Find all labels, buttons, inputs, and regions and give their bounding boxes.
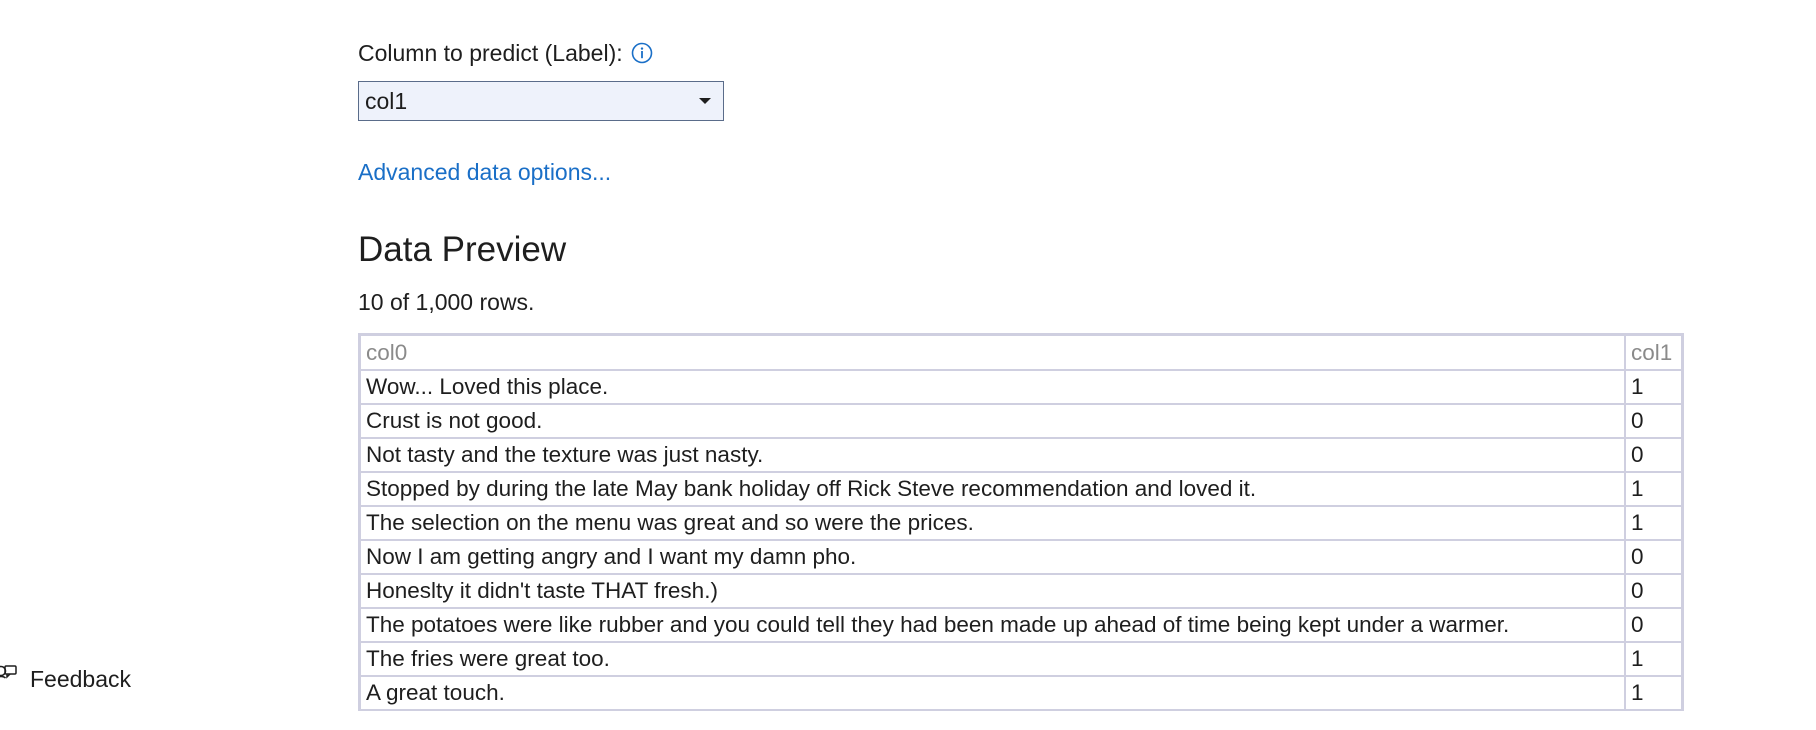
table-cell-label: 1	[1624, 369, 1681, 405]
table-cell-text: Now I am getting angry and I want my dam…	[361, 539, 1626, 575]
table-cell-text: The selection on the menu was great and …	[361, 505, 1626, 541]
table-cell-text: The fries were great too.	[361, 641, 1626, 677]
table-row: Honeslty it didn't taste THAT fresh.) 0	[361, 573, 1681, 609]
table-header-row: col0 col1	[361, 336, 1681, 371]
info-icon[interactable]	[631, 42, 653, 64]
table-row: The fries were great too. 1	[361, 641, 1681, 677]
column-header-col0: col0	[361, 336, 1626, 371]
table-cell-label: 0	[1624, 539, 1681, 575]
table-row: Not tasty and the texture was just nasty…	[361, 437, 1681, 473]
label-column-dropdown[interactable]: col1	[358, 81, 724, 121]
table-cell-label: 1	[1624, 505, 1681, 541]
model-builder-data-page: Column to predict (Label): col1 Advanced…	[0, 0, 1816, 730]
data-preview-title: Data Preview	[358, 230, 567, 269]
table-cell-text: Not tasty and the texture was just nasty…	[361, 437, 1626, 473]
table-cell-label: 0	[1624, 573, 1681, 609]
advanced-data-options-link[interactable]: Advanced data options...	[358, 159, 611, 186]
table-row: Stopped by during the late May bank holi…	[361, 471, 1681, 507]
table-cell-text: Wow... Loved this place.	[361, 369, 1626, 405]
table-cell-text: Stopped by during the late May bank holi…	[361, 471, 1626, 507]
table-row: Crust is not good. 0	[361, 403, 1681, 439]
table-cell-label: 0	[1624, 403, 1681, 439]
table-row: A great touch. 1	[361, 675, 1681, 711]
column-header-col1: col1	[1624, 336, 1681, 371]
label-column-row: Column to predict (Label):	[358, 40, 653, 67]
table-cell-text: Honeslty it didn't taste THAT fresh.)	[361, 573, 1626, 609]
table-cell-label: 1	[1624, 675, 1681, 711]
feedback-person-icon	[0, 663, 18, 695]
table-row: Wow... Loved this place. 1	[361, 369, 1681, 405]
table-cell-text: A great touch.	[361, 675, 1626, 711]
chevron-down-icon	[699, 98, 711, 104]
table-row: The selection on the menu was great and …	[361, 505, 1681, 541]
label-column-caption: Column to predict (Label):	[358, 40, 623, 66]
table-cell-text: The potatoes were like rubber and you co…	[361, 607, 1626, 643]
table-row: Now I am getting angry and I want my dam…	[361, 539, 1681, 575]
table-cell-label: 1	[1624, 471, 1681, 507]
data-preview-table: col0 col1 Wow... Loved this place. 1 Cru…	[358, 333, 1684, 711]
feedback-label: Feedback	[30, 665, 132, 692]
dropdown-selected-value: col1	[365, 87, 408, 114]
table-row: The potatoes were like rubber and you co…	[361, 607, 1681, 643]
table-cell-label: 0	[1624, 437, 1681, 473]
table-cell-label: 0	[1624, 607, 1681, 643]
table-cell-text: Crust is not good.	[361, 403, 1626, 439]
row-count-text: 10 of 1,000 rows.	[358, 289, 535, 315]
table-cell-label: 1	[1624, 641, 1681, 677]
feedback-button[interactable]: Feedback	[0, 663, 131, 695]
